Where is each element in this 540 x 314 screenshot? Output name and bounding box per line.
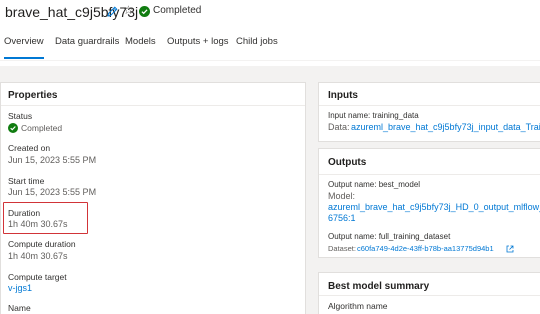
tab-data-guardrails[interactable]: Data guardrails bbox=[55, 36, 119, 47]
start-time-value: Jun 15, 2023 5:55 PM bbox=[8, 187, 97, 197]
created-on-value: Jun 15, 2023 5:55 PM bbox=[8, 155, 97, 165]
selected-tab-indicator bbox=[4, 57, 44, 59]
compute-target-link[interactable]: v-jgs1 bbox=[8, 283, 32, 293]
model-link-continued[interactable]: 6756:1 bbox=[328, 213, 356, 223]
input-data-prefix: Data: bbox=[328, 122, 350, 132]
start-time-label: Start time bbox=[8, 176, 45, 186]
properties-card: Properties Status Completed Created on J… bbox=[0, 82, 306, 314]
tabs-divider bbox=[0, 60, 540, 61]
outputs-title: Outputs bbox=[328, 157, 367, 168]
output-best-model-name: Output name: best_model bbox=[328, 180, 421, 189]
model-link[interactable]: azureml_brave_hat_c9j5bfy73j_HD_0_output… bbox=[328, 202, 540, 212]
status-label: Status bbox=[8, 111, 33, 121]
status-value: Completed bbox=[21, 123, 63, 133]
external-link-icon[interactable] bbox=[506, 245, 514, 253]
outputs-divider bbox=[319, 174, 540, 175]
output-full-training-dataset-name: Output name: full_training_dataset bbox=[328, 232, 451, 241]
inputs-divider bbox=[319, 105, 540, 106]
properties-title: Properties bbox=[8, 90, 58, 101]
name-label: Name bbox=[8, 303, 31, 313]
inputs-card: Inputs Input name: training_data Data: a… bbox=[318, 82, 540, 142]
tab-models[interactable]: Models bbox=[125, 36, 156, 47]
tab-overview[interactable]: Overview bbox=[4, 36, 44, 47]
input-data-link[interactable]: azureml_brave_hat_c9j5bfy73j_input_data_… bbox=[351, 122, 540, 132]
created-on-label: Created on bbox=[8, 143, 51, 153]
tab-outputs-logs[interactable]: Outputs + logs bbox=[167, 36, 229, 47]
completed-check-icon bbox=[139, 6, 150, 17]
compute-target-label: Compute target bbox=[8, 272, 67, 282]
properties-divider bbox=[1, 105, 305, 106]
outputs-card: Outputs Output name: best_model Model: a… bbox=[318, 148, 540, 258]
edit-icon[interactable] bbox=[106, 5, 119, 18]
compute-duration-value: 1h 40m 30.67s bbox=[8, 251, 68, 261]
compute-duration-label: Compute duration bbox=[8, 239, 76, 249]
input-name: Input name: training_data bbox=[328, 111, 419, 120]
dataset-link[interactable]: c60fa749-4d2e-43ff-b78b-aa13775d94b1 bbox=[357, 244, 494, 253]
duration-highlight bbox=[3, 202, 88, 234]
model-prefix: Model: bbox=[328, 191, 356, 201]
dataset-prefix: Dataset: bbox=[328, 244, 356, 253]
inputs-title: Inputs bbox=[328, 90, 358, 101]
best-model-divider bbox=[319, 295, 540, 296]
best-model-summary-card: Best model summary Algorithm name bbox=[318, 272, 540, 314]
tab-child-jobs[interactable]: Child jobs bbox=[236, 36, 278, 47]
job-header: brave_hat_c9j5bfy73j ☆ Completed bbox=[0, 0, 540, 30]
job-status: Completed bbox=[153, 5, 202, 16]
star-icon[interactable]: ☆ bbox=[123, 3, 135, 17]
tab-bar: Overview Data guardrails Models Outputs … bbox=[0, 36, 540, 59]
best-model-summary-title: Best model summary bbox=[328, 281, 430, 292]
algorithm-name-label: Algorithm name bbox=[328, 301, 388, 311]
status-check-icon bbox=[8, 123, 18, 133]
